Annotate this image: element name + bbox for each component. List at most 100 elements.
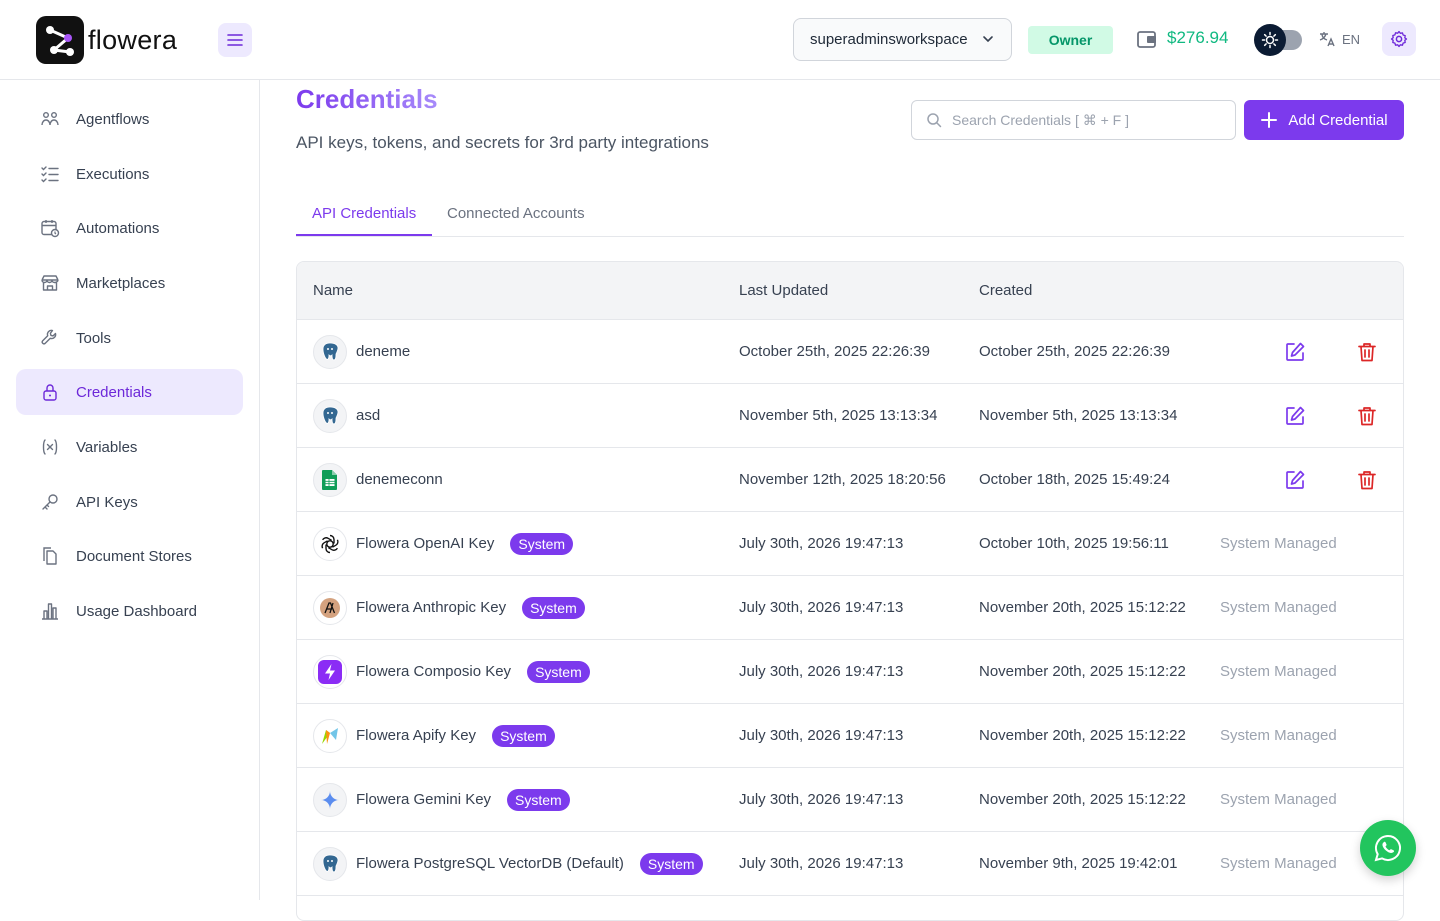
edit-button[interactable] xyxy=(1283,404,1307,428)
wrench-icon xyxy=(40,328,60,348)
table-row[interactable]: Flowera Anthropic Key System July 30th, … xyxy=(297,576,1403,640)
postgres-icon xyxy=(313,334,347,369)
system-managed-label: System Managed xyxy=(1220,727,1337,744)
system-badge: System xyxy=(510,532,574,555)
last-updated: October 25th, 2025 22:26:39 xyxy=(739,343,930,360)
column-header-last-updated[interactable]: Last Updated xyxy=(739,282,828,299)
created-date: November 9th, 2025 19:42:01 xyxy=(979,855,1178,872)
theme-toggle[interactable] xyxy=(1254,24,1302,56)
whatsapp-chat-button[interactable] xyxy=(1360,820,1416,876)
add-credential-button[interactable]: Add Credential xyxy=(1244,100,1404,140)
system-badge: System xyxy=(492,724,555,747)
system-managed-label: System Managed xyxy=(1220,791,1337,808)
created-date: November 20th, 2025 15:12:22 xyxy=(979,727,1186,744)
bar-chart-icon xyxy=(40,601,60,621)
edit-button[interactable] xyxy=(1283,340,1307,364)
top-header: flowera superadminsworkspace Owner $276.… xyxy=(0,0,1440,80)
sidebar-item-label: API Keys xyxy=(76,493,138,511)
settings-button[interactable] xyxy=(1382,22,1416,56)
workspace-name: superadminsworkspace xyxy=(810,31,968,48)
created-date: November 20th, 2025 15:12:22 xyxy=(979,663,1186,680)
sidebar-item-usage-dashboard[interactable]: Usage Dashboard xyxy=(16,588,243,634)
credential-name: Flowera Apify Key xyxy=(356,727,477,744)
table-row[interactable]: denemeconn November 12th, 2025 18:20:56 … xyxy=(297,448,1403,512)
composio-icon xyxy=(313,654,347,689)
system-managed-label: System Managed xyxy=(1220,663,1337,680)
created-date: October 25th, 2025 22:26:39 xyxy=(979,343,1170,360)
page-subtitle: API keys, tokens, and secrets for 3rd pa… xyxy=(296,133,709,152)
key-icon xyxy=(40,492,60,512)
table-row[interactable]: deneme October 25th, 2025 22:26:39 Octob… xyxy=(297,320,1403,384)
gemini-icon xyxy=(313,782,347,817)
postgres-icon xyxy=(313,846,347,881)
delete-button[interactable] xyxy=(1355,468,1379,492)
credential-name: deneme xyxy=(356,343,411,360)
trash-icon xyxy=(1358,470,1376,489)
lock-icon xyxy=(40,382,60,402)
sidebar-item-variables[interactable]: Variables xyxy=(16,424,243,470)
sidebar-item-document-stores[interactable]: Document Stores xyxy=(16,533,243,579)
table-row[interactable]: Flowera PostgreSQL VectorDB (Default) Sy… xyxy=(297,832,1403,896)
created-date: October 18th, 2025 15:49:24 xyxy=(979,471,1170,488)
hamburger-icon xyxy=(227,34,243,46)
created-date: November 20th, 2025 15:12:22 xyxy=(979,791,1186,808)
credential-name: denemeconn xyxy=(356,471,443,488)
column-header-name[interactable]: Name xyxy=(313,282,353,299)
variable-icon xyxy=(40,437,60,457)
checklist-icon xyxy=(40,164,60,184)
search-input[interactable] xyxy=(952,112,1222,128)
system-managed-label: System Managed xyxy=(1220,599,1337,616)
workspace-select[interactable]: superadminsworkspace xyxy=(793,18,1012,61)
created-date: November 20th, 2025 15:12:22 xyxy=(979,599,1186,616)
brand-logo[interactable]: flowera xyxy=(36,16,177,64)
delete-button[interactable] xyxy=(1355,340,1379,364)
whatsapp-icon xyxy=(1374,834,1401,862)
table-row[interactable]: Flowera Apify Key System July 30th, 2026… xyxy=(297,704,1403,768)
credential-name: Flowera PostgreSQL VectorDB (Default) xyxy=(356,855,624,872)
table-row[interactable]: Flowera Composio Key System July 30th, 2… xyxy=(297,640,1403,704)
sidebar-item-credentials[interactable]: Credentials xyxy=(16,369,243,415)
credentials-table: Name Last Updated Created deneme October… xyxy=(296,261,1404,921)
gear-icon xyxy=(1390,30,1408,48)
sidebar-item-label: Credentials xyxy=(76,383,152,401)
search-box[interactable] xyxy=(911,100,1236,140)
sidebar-item-tools[interactable]: Tools xyxy=(16,315,243,361)
sidebar-item-marketplaces[interactable]: Marketplaces xyxy=(16,260,243,306)
sidebar-item-label: Tools xyxy=(76,329,112,347)
table-row[interactable]: asd November 5th, 2025 13:13:34 November… xyxy=(297,384,1403,448)
created-date: November 5th, 2025 13:13:34 xyxy=(979,407,1178,424)
last-updated: July 30th, 2026 19:47:13 xyxy=(739,535,904,552)
edit-button[interactable] xyxy=(1283,468,1307,492)
system-managed-label: System Managed xyxy=(1220,535,1337,552)
sidebar-item-label: Variables xyxy=(76,438,138,456)
table-row[interactable]: Flowera OpenAI Key System July 30th, 202… xyxy=(297,512,1403,576)
table-row[interactable]: Flowera Gemini Key System July 30th, 202… xyxy=(297,768,1403,832)
credential-name: Flowera Anthropic Key xyxy=(356,599,507,616)
trash-icon xyxy=(1358,406,1376,425)
sidebar-item-api-keys[interactable]: API Keys xyxy=(16,479,243,525)
sidebar-item-label: Executions xyxy=(76,165,150,183)
table-header: Name Last Updated Created xyxy=(297,262,1403,320)
delete-button[interactable] xyxy=(1355,404,1379,428)
plus-icon xyxy=(1261,112,1278,128)
tab-bar: API Credentials Connected Accounts xyxy=(296,196,1404,237)
system-badge: System xyxy=(639,852,703,875)
last-updated: July 30th, 2026 19:47:13 xyxy=(739,727,904,744)
sidebar-item-label: Agentflows xyxy=(76,110,150,128)
sidebar-item-automations[interactable]: Automations xyxy=(16,205,243,251)
sun-icon xyxy=(1261,31,1279,49)
sidebar-item-agentflows[interactable]: Agentflows xyxy=(16,96,243,142)
edit-icon xyxy=(1286,342,1305,361)
google-sheets-icon xyxy=(313,462,347,497)
tab-api-credentials[interactable]: API Credentials xyxy=(296,196,433,236)
sidebar-item-executions[interactable]: Executions xyxy=(16,151,243,197)
apify-icon xyxy=(313,718,347,753)
last-updated: July 30th, 2026 19:47:13 xyxy=(739,855,904,872)
language-selector[interactable]: EN xyxy=(1318,30,1360,48)
credential-name: Flowera Composio Key xyxy=(356,663,512,680)
search-icon xyxy=(927,113,942,128)
menu-toggle-button[interactable] xyxy=(218,23,252,57)
tab-connected-accounts[interactable]: Connected Accounts xyxy=(431,196,601,236)
column-header-created[interactable]: Created xyxy=(979,282,1032,299)
last-updated: November 5th, 2025 13:13:34 xyxy=(739,407,938,424)
